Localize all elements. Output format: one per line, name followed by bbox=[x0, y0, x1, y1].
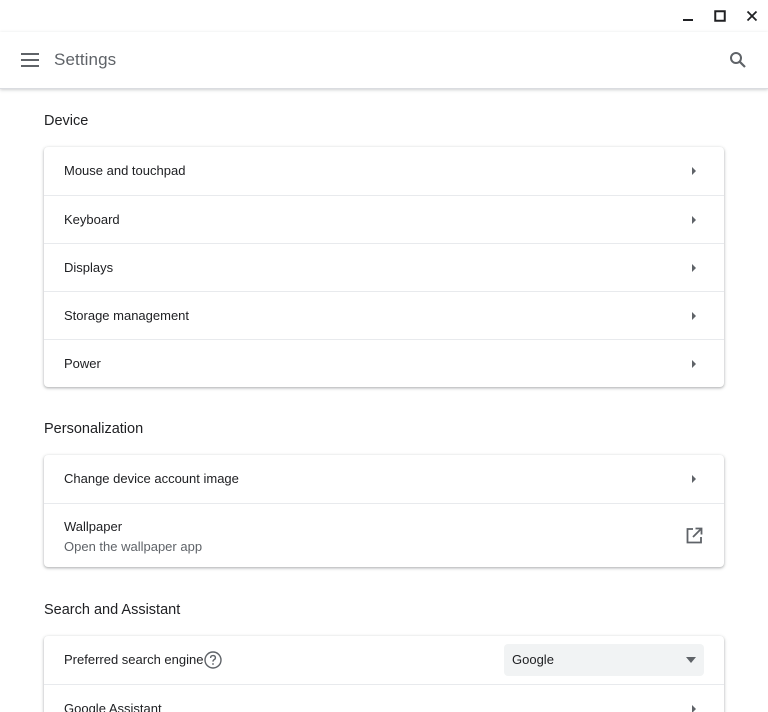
chevron-down-icon bbox=[686, 657, 696, 663]
arrow-right-icon bbox=[692, 360, 696, 368]
row-change-device-account-image[interactable]: Change device account image bbox=[44, 455, 724, 503]
hamburger-menu-icon[interactable] bbox=[14, 48, 46, 72]
row-mouse-and-touchpad[interactable]: Mouse and touchpad bbox=[44, 147, 724, 195]
row-storage-management[interactable]: Storage management bbox=[44, 291, 724, 339]
minimize-icon[interactable] bbox=[676, 4, 700, 28]
search-engine-select[interactable]: Google bbox=[504, 644, 704, 676]
settings-window: Settings Device Mouse and touchpad Keybo… bbox=[0, 0, 768, 712]
arrow-right-icon bbox=[692, 705, 696, 712]
arrow-right-icon bbox=[692, 216, 696, 224]
row-label: Keyboard bbox=[64, 212, 120, 227]
title-bar bbox=[0, 0, 768, 32]
arrow-right-icon bbox=[692, 264, 696, 272]
section-title-personalization: Personalization bbox=[44, 421, 144, 437]
arrow-right-icon bbox=[692, 167, 696, 175]
row-sublabel: Open the wallpaper app bbox=[64, 539, 203, 554]
device-card: Mouse and touchpad Keyboard Displays Sto… bbox=[44, 147, 724, 387]
personalization-card: Change device account image Wallpaper Op… bbox=[44, 455, 724, 567]
help-icon[interactable] bbox=[204, 651, 222, 669]
row-preferred-search-engine: Preferred search engine Google bbox=[44, 636, 724, 684]
row-label: Wallpaper bbox=[64, 519, 123, 534]
maximize-icon[interactable] bbox=[708, 4, 732, 28]
open-in-new-icon[interactable] bbox=[684, 526, 704, 546]
search-icon[interactable] bbox=[726, 48, 750, 72]
settings-toolbar: Settings bbox=[0, 32, 768, 89]
arrow-right-icon bbox=[692, 312, 696, 320]
search-assistant-card: Preferred search engine Google Google As… bbox=[44, 636, 724, 712]
row-label: Storage management bbox=[64, 308, 190, 323]
row-displays[interactable]: Displays bbox=[44, 243, 724, 291]
row-keyboard[interactable]: Keyboard bbox=[44, 195, 724, 243]
close-icon[interactable] bbox=[740, 4, 764, 28]
row-label: Displays bbox=[64, 260, 114, 275]
section-title-device: Device bbox=[44, 113, 89, 129]
row-label: Power bbox=[64, 356, 101, 371]
row-label: Change device account image bbox=[64, 471, 239, 486]
row-google-assistant[interactable]: Google Assistant bbox=[44, 684, 724, 712]
arrow-right-icon bbox=[692, 475, 696, 483]
row-power[interactable]: Power bbox=[44, 339, 724, 387]
row-label: Preferred search engine bbox=[64, 652, 204, 667]
row-wallpaper[interactable]: Wallpaper Open the wallpaper app bbox=[44, 503, 724, 567]
select-value: Google bbox=[512, 652, 554, 667]
row-label: Google Assistant bbox=[64, 701, 162, 712]
settings-content[interactable]: Device Mouse and touchpad Keyboard Displ… bbox=[0, 89, 768, 712]
row-label: Mouse and touchpad bbox=[64, 163, 186, 178]
section-title-search-and-assistant: Search and Assistant bbox=[44, 602, 181, 618]
page-title: Settings bbox=[54, 50, 117, 69]
